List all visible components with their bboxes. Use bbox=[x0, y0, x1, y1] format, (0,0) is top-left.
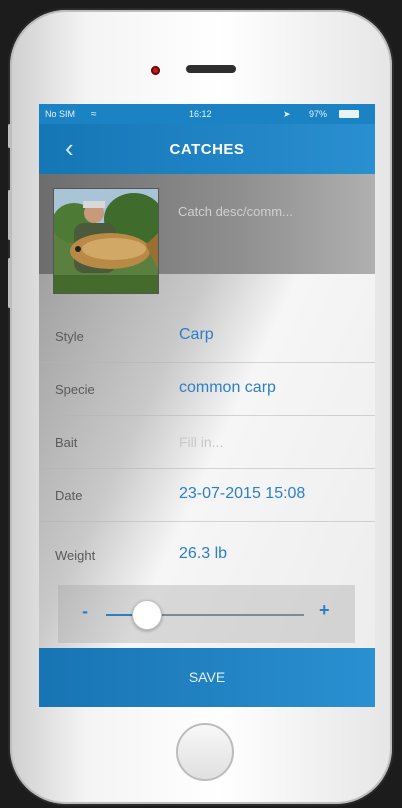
wifi-icon: ≈ bbox=[91, 109, 97, 120]
date-label: Date bbox=[55, 488, 83, 503]
volume-down-button bbox=[8, 258, 11, 308]
carrier-label: No SIM bbox=[45, 109, 76, 119]
weight-value[interactable]: 26.3 lb bbox=[179, 545, 227, 563]
page-title: CATCHES bbox=[169, 141, 245, 158]
bait-label: Bait bbox=[55, 435, 78, 450]
bait-row[interactable]: Bait Fill in... bbox=[39, 416, 375, 469]
specie-row[interactable]: Specie common carp bbox=[39, 363, 375, 416]
nav-bar: ‹ CATCHES bbox=[39, 124, 375, 174]
specie-value[interactable]: common carp bbox=[179, 379, 276, 397]
slider-increase-button[interactable]: + bbox=[319, 600, 330, 621]
earpiece-speaker bbox=[186, 65, 236, 73]
app-screen: No SIM ≈ 16:12 ➤ 97% ‹ CATCHES Catch des… bbox=[39, 104, 375, 707]
date-value[interactable]: 23-07-2015 15:08 bbox=[179, 485, 305, 503]
slider-thumb[interactable] bbox=[131, 600, 162, 630]
battery-percent: 97% bbox=[309, 109, 328, 119]
save-button[interactable]: SAVE bbox=[39, 648, 375, 707]
specie-label: Specie bbox=[55, 382, 95, 397]
volume-up-button bbox=[8, 190, 11, 240]
catch-photo[interactable] bbox=[53, 188, 159, 294]
catch-description-input[interactable]: Catch desc/comm... bbox=[178, 204, 293, 219]
style-value[interactable]: Carp bbox=[179, 326, 214, 344]
weight-label: Weight bbox=[55, 548, 96, 563]
slider-decrease-button[interactable]: - bbox=[82, 601, 88, 622]
home-button[interactable] bbox=[176, 723, 234, 781]
style-label: Style bbox=[55, 329, 84, 344]
mute-switch bbox=[8, 124, 11, 148]
date-row[interactable]: Date 23-07-2015 15:08 bbox=[39, 469, 375, 522]
weight-slider: - + bbox=[58, 585, 355, 643]
status-bar: No SIM ≈ 16:12 ➤ 97% bbox=[39, 104, 375, 124]
weight-row[interactable]: Weight 26.3 lb bbox=[39, 529, 375, 581]
style-row[interactable]: Style Carp bbox=[39, 310, 375, 363]
front-camera bbox=[151, 66, 160, 75]
clock: 16:12 bbox=[189, 109, 212, 119]
battery-icon bbox=[339, 110, 359, 118]
location-icon: ➤ bbox=[283, 109, 291, 119]
bait-input[interactable]: Fill in... bbox=[179, 434, 223, 450]
